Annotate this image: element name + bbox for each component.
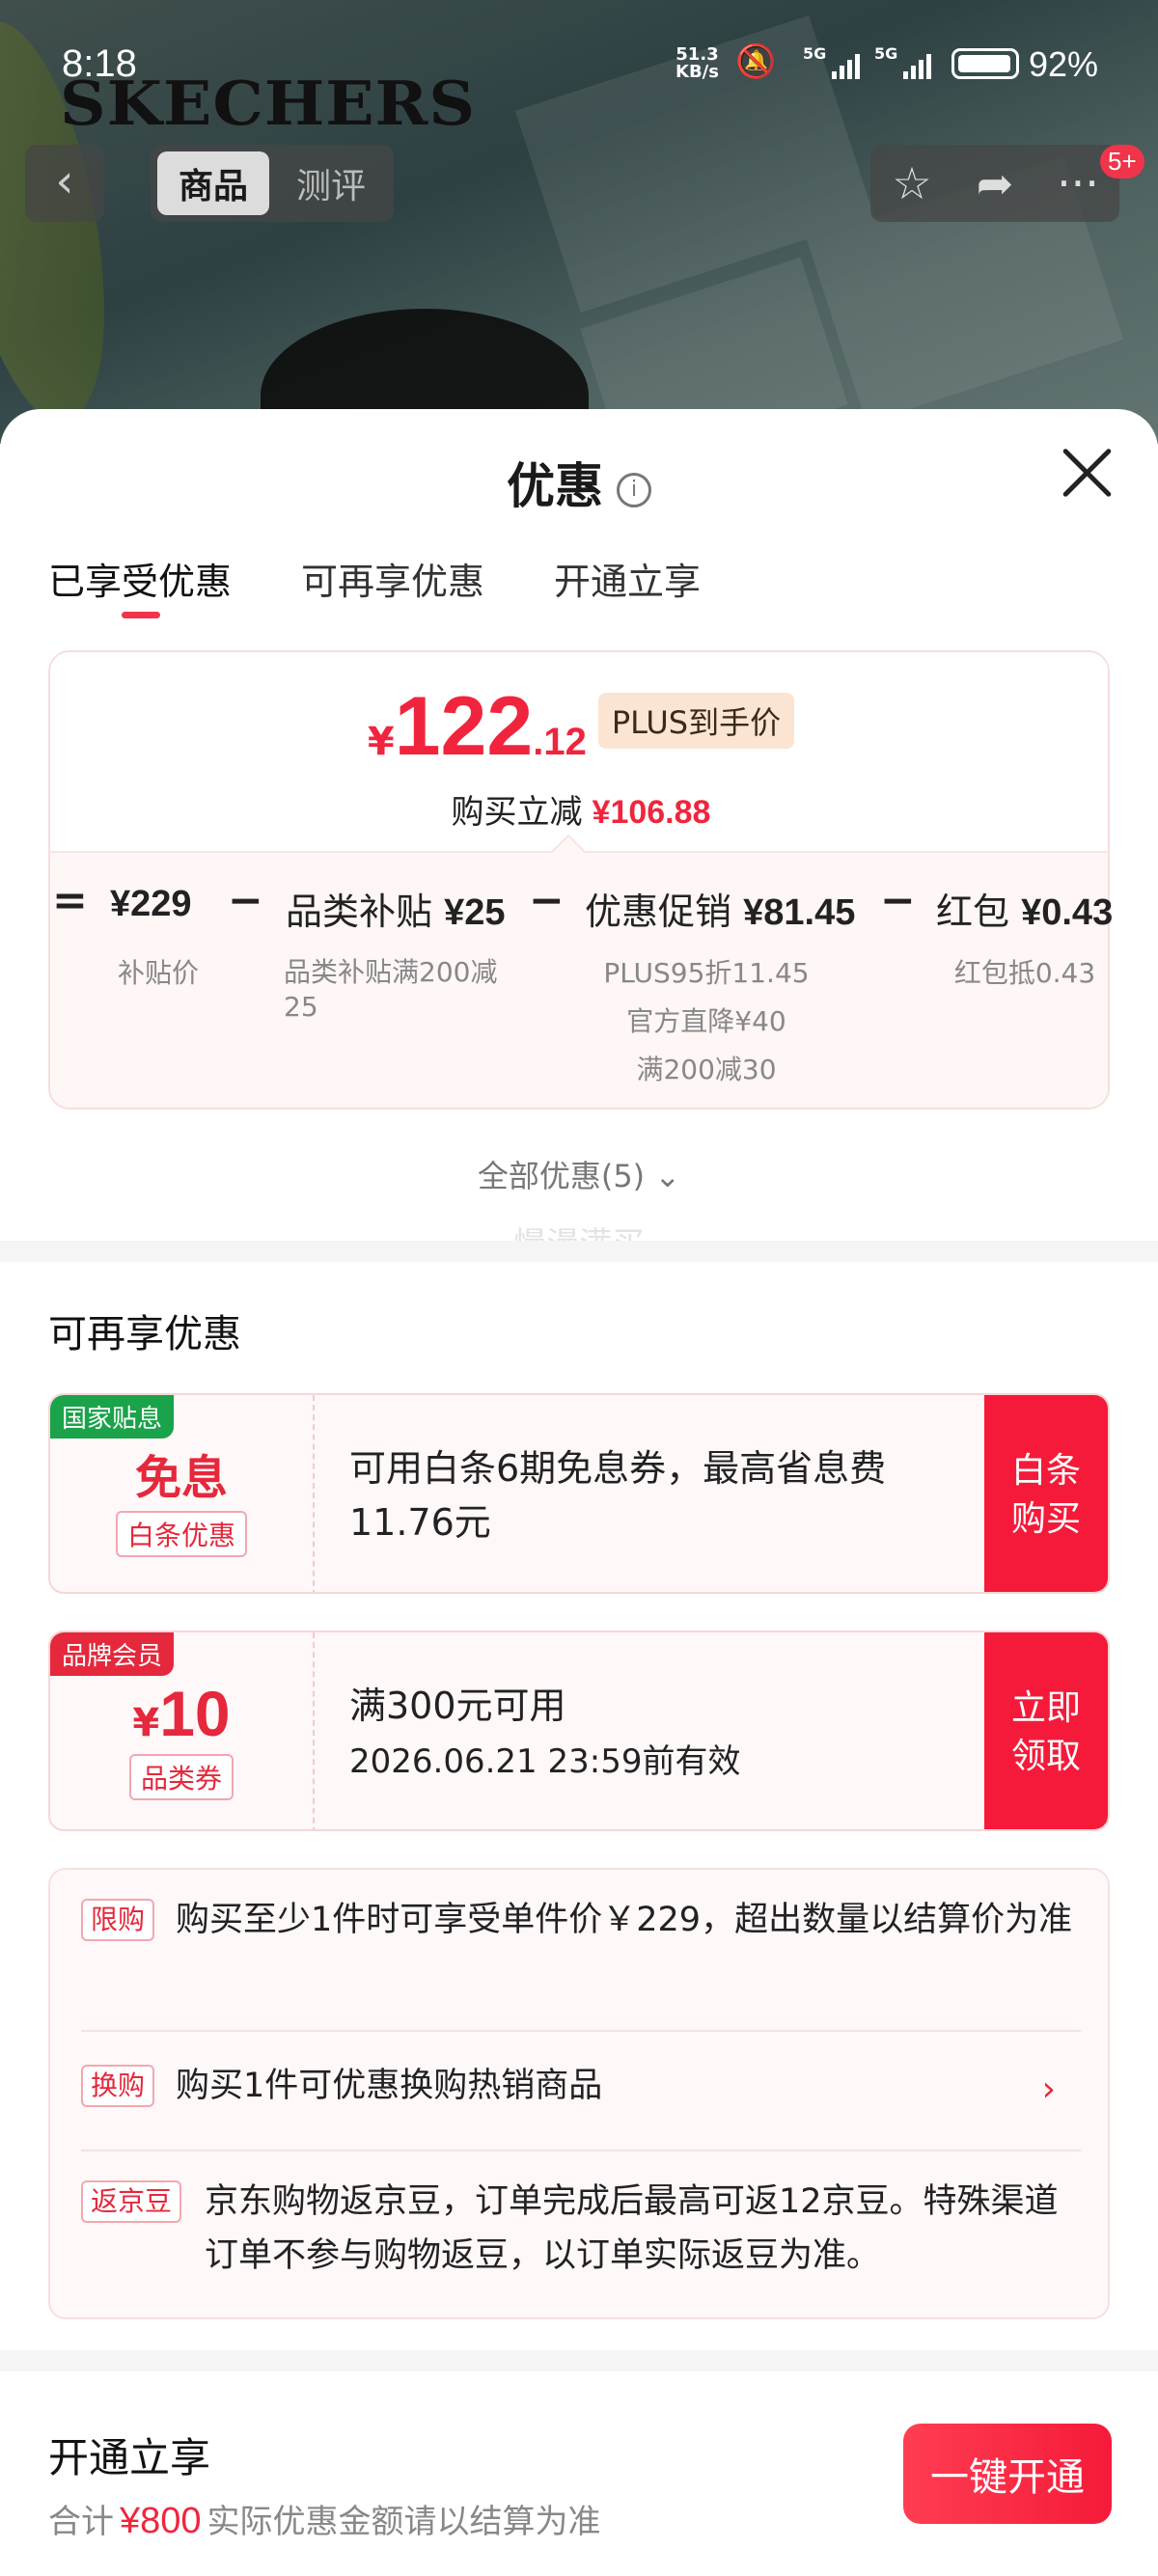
signal-5g-label: 5G <box>803 44 827 63</box>
rule-pill: 换购 <box>81 2065 155 2107</box>
chevron-left-icon: ‹ <box>55 154 74 208</box>
operator-minus: − <box>228 876 263 925</box>
coupon-desc: 满300元可用 2026.06.21 23:59前有效 <box>349 1685 741 1781</box>
net-speed: 51.3 KB/s <box>676 44 719 82</box>
share-icon[interactable]: ➦ <box>961 157 1029 209</box>
baitiao-buy-button[interactable]: 白条购买 <box>984 1395 1108 1592</box>
coupon-desc: 可用白条6期免息券，最高省息费11.76元 <box>349 1447 887 1544</box>
offer-rules: 限购 购买至少1件时可享受单件价￥229，超出数量以结算价为准 换购 购买1件可… <box>48 1868 1110 2319</box>
one-click-open-button[interactable]: 一键开通 <box>903 2424 1112 2524</box>
price-card: ¥122.12 PLUS到手价 购买立减 ¥106.88 = ¥229 补贴价 − … <box>48 650 1113 1110</box>
rule-pill: 限购 <box>81 1899 155 1941</box>
breakdown-redpacket-detail: 红包抵0.43 <box>953 957 1096 989</box>
all-offers-toggle[interactable]: 全部优惠(5) ⌄ <box>0 1152 1158 1196</box>
tab-product[interactable]: 商品 <box>157 151 269 215</box>
operator-equals: = <box>52 876 88 925</box>
battery-icon <box>951 48 1019 79</box>
top-actions: ☆ ➦ ··· <box>870 145 1119 222</box>
breakdown-promotion-detail: PLUS95折11.45 官方直降¥40 满200减30 <box>603 957 810 1085</box>
rule-purchase-limit: 限购 购买至少1件时可享受单件价￥229，超出数量以结算价为准 <box>81 1893 1085 1947</box>
breakdown-subsidy-detail: 补贴价 <box>117 957 199 989</box>
more-offers-title: 可再享优惠 <box>48 1312 241 1357</box>
breakdown-category-detail: 品类补贴满200减 25 <box>284 956 498 1023</box>
signal-bars-icon <box>832 50 860 79</box>
section-divider <box>0 2350 1158 2371</box>
rule-jingdou: 返京豆 京东购物返京豆，订单完成后最高可返12京豆。特殊渠道订单不参与购物返豆，… <box>81 2175 1085 2283</box>
reduce-line: 购买立减 ¥106.88 <box>451 793 711 832</box>
tab-enjoyed[interactable]: 已享受优惠 <box>48 552 232 618</box>
status-bar: 8:18 51.3 KB/s 🔕 5G 5G 92% <box>0 0 1158 125</box>
breakdown-promotion: 优惠促销 ¥81.45 <box>585 891 856 933</box>
signal-bars-icon-2 <box>903 50 931 79</box>
final-price: ¥122.12 PLUS到手价 <box>50 679 1112 775</box>
open-section-title: 开通立享 <box>48 2434 211 2481</box>
star-icon[interactable]: ☆ <box>878 157 946 209</box>
chevron-down-icon: ⌄ <box>654 1158 681 1194</box>
back-button[interactable]: ‹ <box>25 145 104 222</box>
status-time: 8:18 <box>62 42 137 85</box>
price-breakdown: = ¥229 补贴价 − 品类补贴 ¥25 品类补贴满200减 25 − 优惠促销… <box>50 834 1113 1108</box>
coupon-type-chip: 白条优惠 <box>115 1511 247 1557</box>
operator-minus: − <box>880 876 916 925</box>
rule-text: 京东购物返京豆，订单完成后最高可返12京豆。特殊渠道订单不参与购物返豆，以订单实… <box>205 2182 1059 2275</box>
coupon-headline: 免息 <box>134 1451 228 1505</box>
breakdown-category-subsidy: 品类补贴 ¥25 <box>286 891 506 933</box>
close-icon[interactable] <box>1060 446 1114 500</box>
more-badge: 5+ <box>1100 145 1144 178</box>
plus-price-tag: PLUS到手价 <box>597 693 795 749</box>
coupon-type-chip: 品类券 <box>128 1754 234 1800</box>
breakdown-redpacket: 红包 ¥0.43 <box>936 891 1114 933</box>
section-divider <box>0 1241 1158 1262</box>
rule-text: 购买至少1件时可享受单件价￥229，超出数量以结算价为准 <box>176 1901 1073 1939</box>
signal-5g-label-2: 5G <box>874 44 898 63</box>
rule-pill: 返京豆 <box>81 2180 182 2223</box>
coupon-interest-free: 免息 白条优惠 国家贴息 可用白条6期免息券，最高省息费11.76元 白条购买 <box>48 1393 1110 1594</box>
open-section-summary: 合计 ¥800 实际优惠金额请以结算为准 <box>48 2501 601 2541</box>
battery-percent: 92% <box>1029 44 1099 84</box>
rule-exchange[interactable]: 换购 购买1件可优惠换购热销商品 › <box>81 2059 1085 2113</box>
product-tabs: 商品 测评 <box>151 145 394 222</box>
mute-icon: 🔕 <box>735 42 777 81</box>
coupon-amount: ¥10 <box>132 1678 231 1749</box>
chevron-right-icon: › <box>1041 2069 1056 2109</box>
info-icon[interactable]: i <box>617 472 651 507</box>
rule-text: 购买1件可优惠换购热销商品 <box>176 2067 603 2105</box>
tab-more[interactable]: 可再享优惠 <box>301 552 484 605</box>
offers-sheet: 优惠 i 已享受优惠 可再享优惠 开通立享 ¥122.12 PLUS到手价 购买立减… <box>0 409 1158 2576</box>
operator-minus: − <box>529 876 565 925</box>
coupon-brand-member: ¥10 品类券 品牌会员 满300元可用 2026.06.21 23:59前有效 … <box>48 1631 1110 1831</box>
tab-open[interactable]: 开通立享 <box>554 552 701 605</box>
claim-coupon-button[interactable]: 立即领取 <box>984 1632 1108 1829</box>
sheet-title: 优惠 i <box>0 448 1158 517</box>
breakdown-subsidy-price: ¥229 <box>110 884 192 924</box>
coupon-tag: 国家贴息 <box>50 1395 175 1439</box>
tab-review[interactable]: 测评 <box>275 151 387 215</box>
offer-tabs: 已享受优惠 可再享优惠 开通立享 <box>48 552 701 618</box>
coupon-tag: 品牌会员 <box>50 1632 175 1676</box>
